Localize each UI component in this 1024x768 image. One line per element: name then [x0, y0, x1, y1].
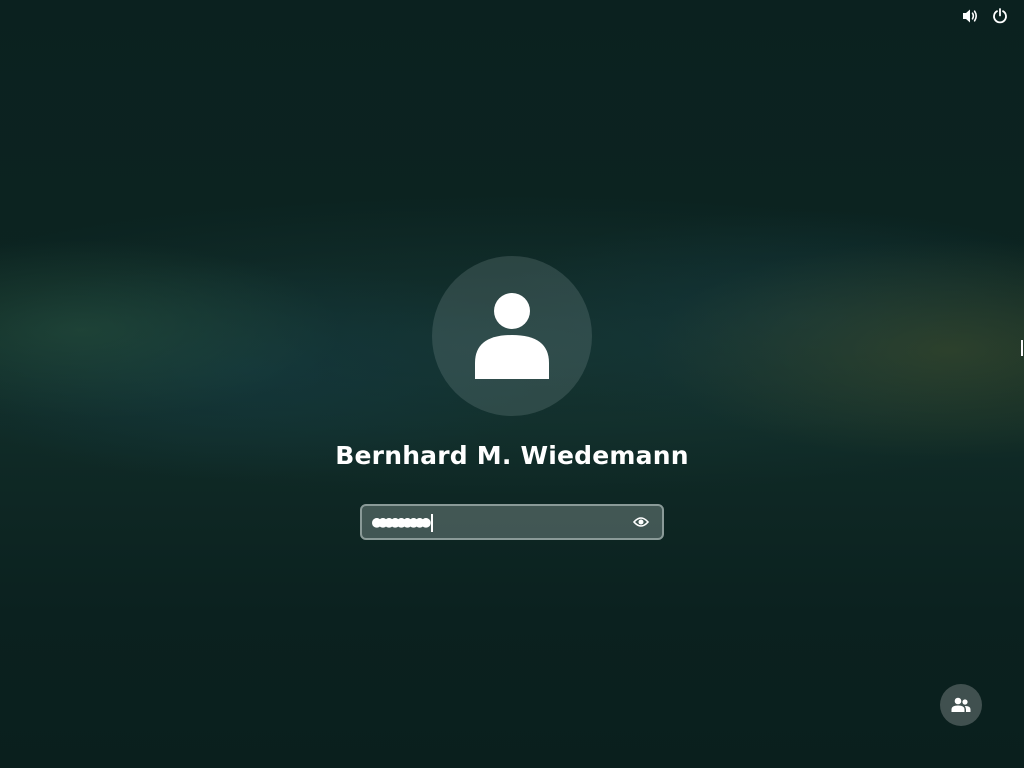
- password-input[interactable]: ●●●●●●●●●: [372, 506, 630, 538]
- top-bar-indicators: [960, 6, 1010, 26]
- mouse-cursor: [1021, 340, 1023, 356]
- user-avatar: [432, 256, 592, 416]
- users-icon: [951, 697, 971, 712]
- user-avatar-icon: [475, 293, 549, 379]
- eye-icon[interactable]: [630, 511, 652, 533]
- switch-user-button[interactable]: [940, 684, 982, 726]
- volume-icon[interactable]: [960, 6, 980, 26]
- password-field[interactable]: ●●●●●●●●●: [360, 504, 664, 540]
- password-masked-value: ●●●●●●●●●: [372, 512, 431, 531]
- power-icon[interactable]: [990, 6, 1010, 26]
- text-caret: [431, 513, 434, 532]
- login-panel: Bernhard M. Wiedemann ●●●●●●●●●: [0, 256, 1024, 540]
- user-name: Bernhard M. Wiedemann: [335, 441, 689, 470]
